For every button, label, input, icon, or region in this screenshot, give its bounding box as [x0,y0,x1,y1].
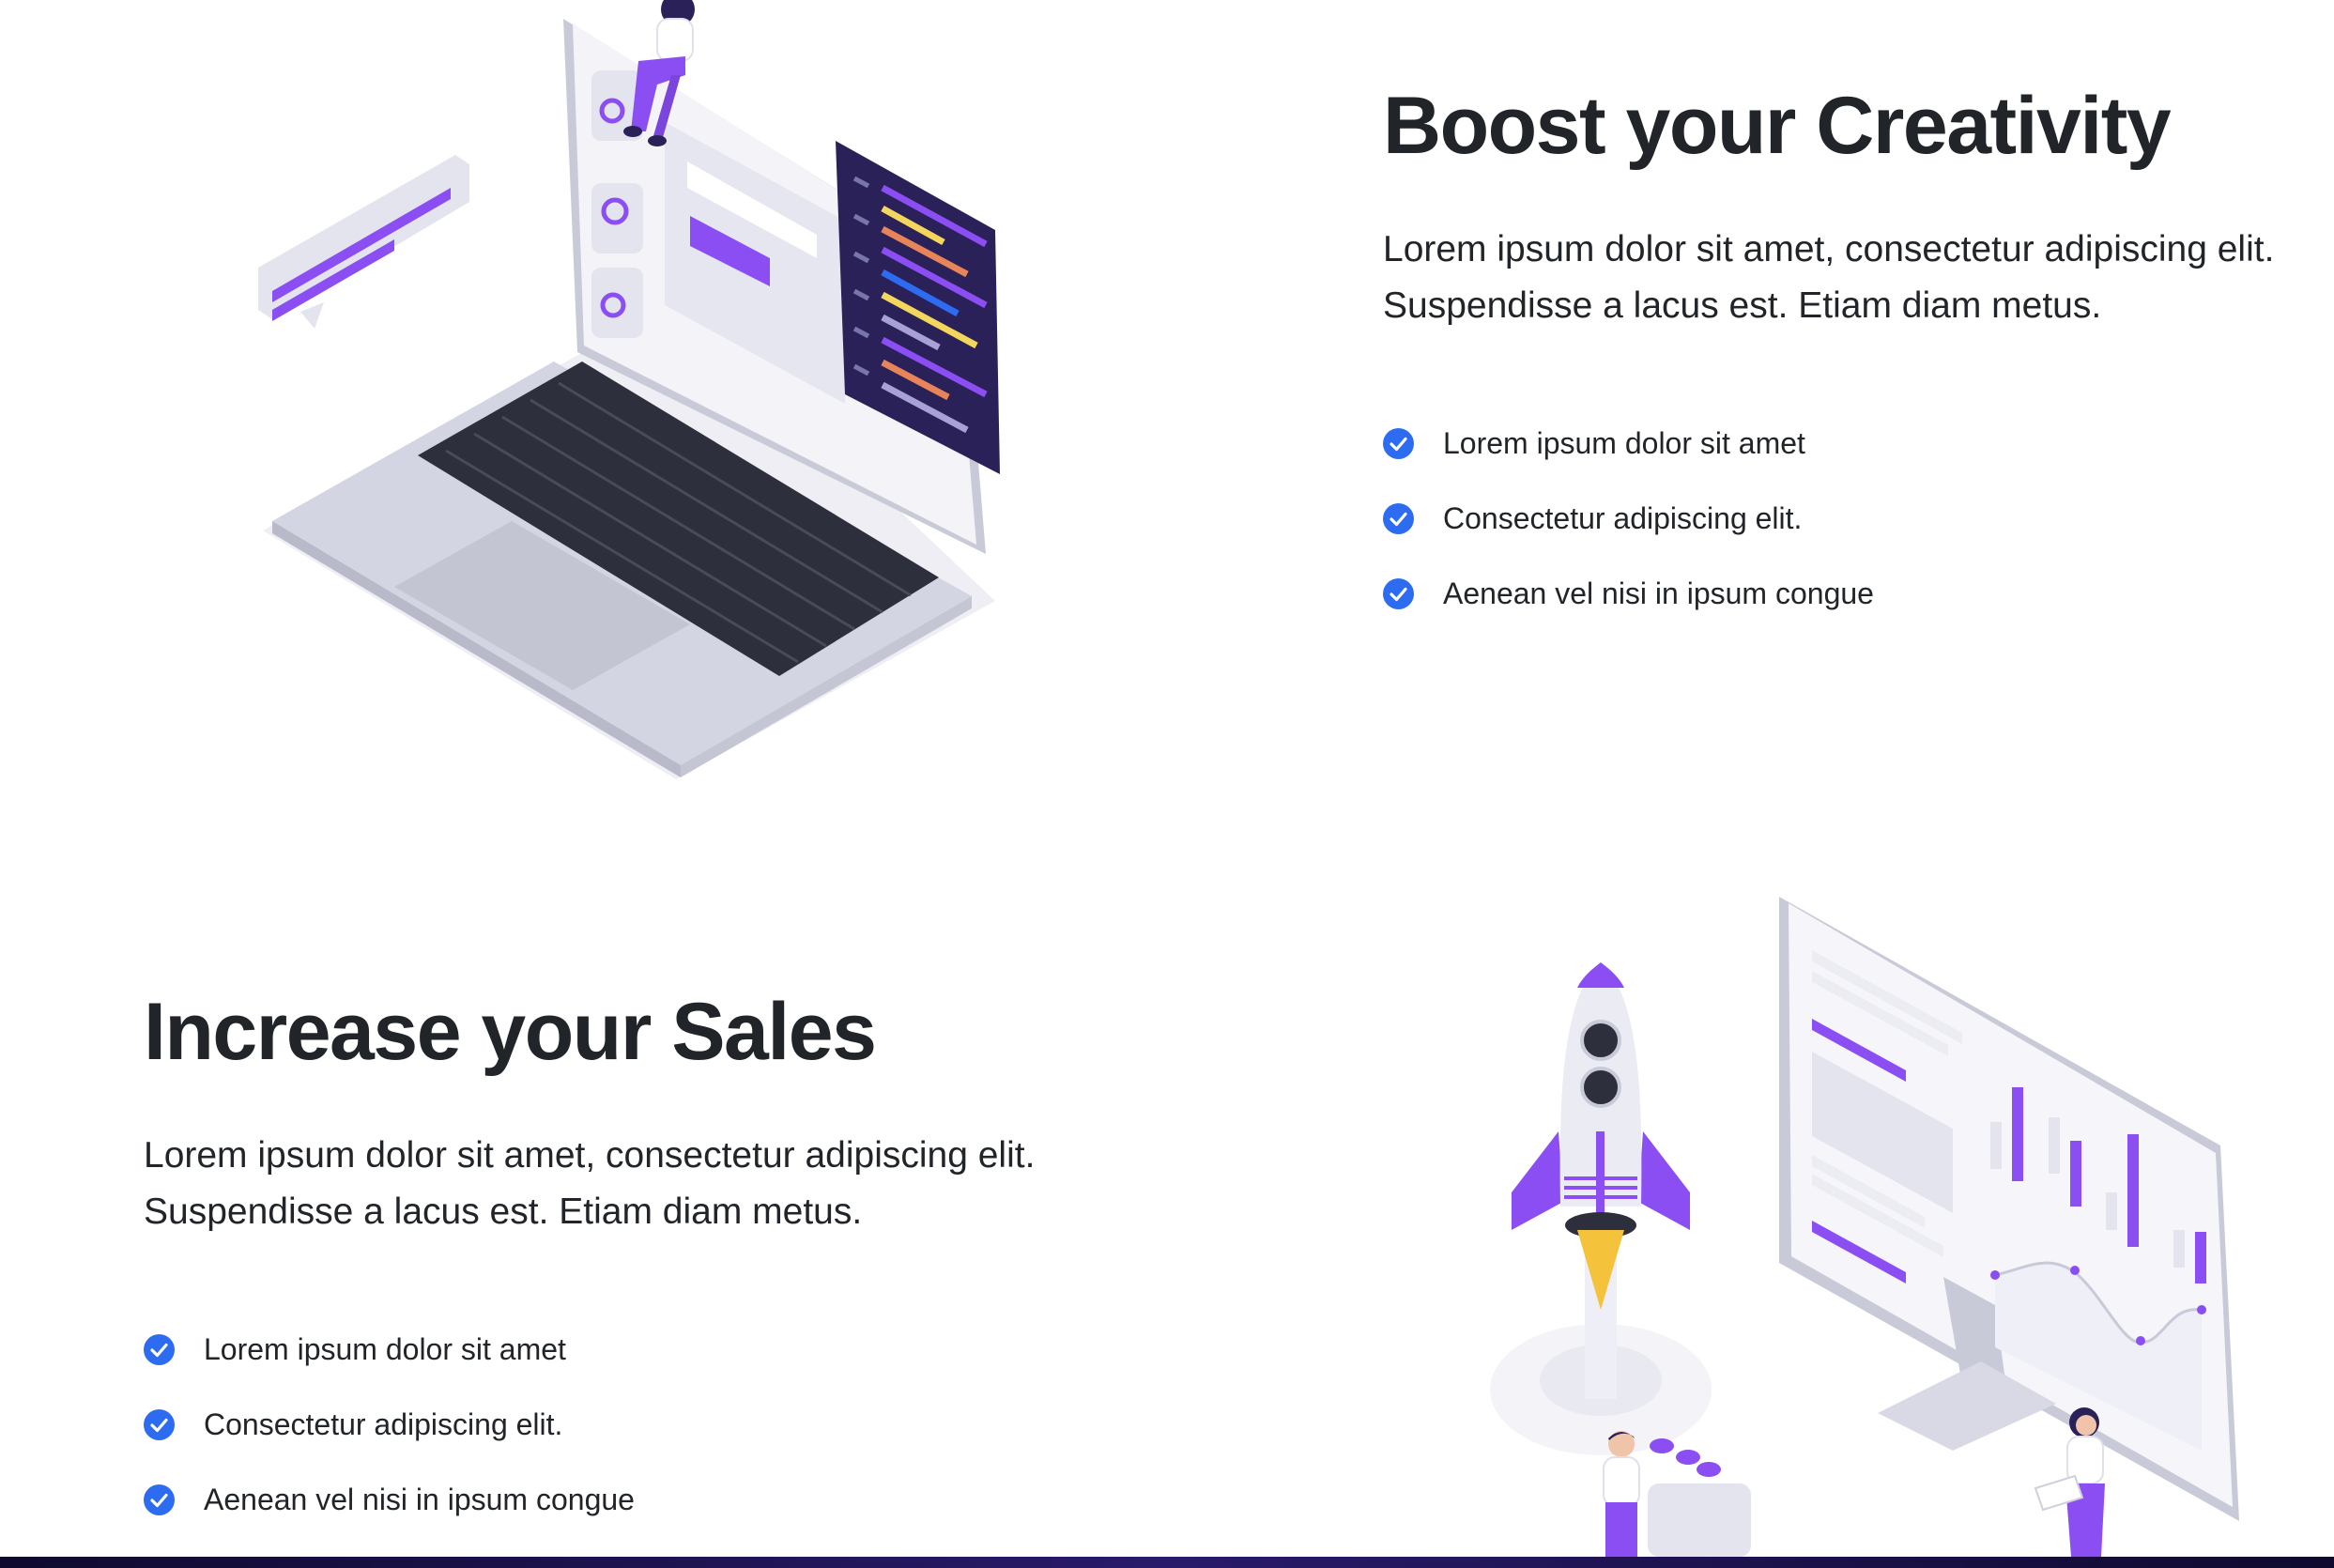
section-description-line: Suspendisse a lacus est. Etiam diam metu… [1383,284,2102,326]
feature-list: Lorem ipsum dolor sit amet Consectetur a… [1383,407,2322,632]
section-title: Increase your Sales [144,987,877,1077]
check-circle-icon [144,1334,175,1366]
list-item: Consectetur adipiscing elit. [144,1388,1176,1463]
list-item: Aenean vel nisi in ipsum congue [144,1463,1176,1538]
check-circle-icon [1383,503,1414,535]
check-circle-icon [1383,428,1414,460]
section-description-line: Lorem ipsum dolor sit amet, consectetur … [144,1134,1036,1176]
check-circle-icon [144,1409,175,1441]
feature-section-sales: Increase your Sales Lorem ipsum dolor si… [144,986,1176,1538]
section-description: Lorem ipsum dolor sit amet, consectetur … [1383,222,2322,334]
list-item: Lorem ipsum dolor sit amet [1383,407,2322,482]
list-item-text: Aenean vel nisi in ipsum congue [1443,576,1874,611]
section-title: Boost your Creativity [1383,81,2172,171]
check-circle-icon [144,1484,175,1516]
rocket-illustration [1490,897,2239,1557]
check-circle-icon [1383,578,1414,610]
footer-bar [0,1557,2334,1568]
list-item-text: Consectetur adipiscing elit. [204,1407,563,1442]
list-item-text: Aenean vel nisi in ipsum congue [204,1483,635,1517]
list-item: Lorem ipsum dolor sit amet [144,1313,1176,1388]
list-item: Consectetur adipiscing elit. [1383,482,2322,557]
list-item-text: Lorem ipsum dolor sit amet [204,1332,566,1367]
list-item-text: Lorem ipsum dolor sit amet [1443,426,1805,461]
laptop-illustration [258,0,1000,779]
list-item: Aenean vel nisi in ipsum congue [1383,557,2322,632]
list-item-text: Consectetur adipiscing elit. [1443,501,1803,536]
feature-list: Lorem ipsum dolor sit amet Consectetur a… [144,1313,1176,1538]
section-description-line: Suspendisse a lacus est. Etiam diam metu… [144,1191,863,1232]
feature-section-creativity: Boost your Creativity Lorem ipsum dolor … [1383,80,2322,632]
section-description-line: Lorem ipsum dolor sit amet, consectetur … [1383,228,2275,269]
section-description: Lorem ipsum dolor sit amet, consectetur … [144,1128,1176,1240]
